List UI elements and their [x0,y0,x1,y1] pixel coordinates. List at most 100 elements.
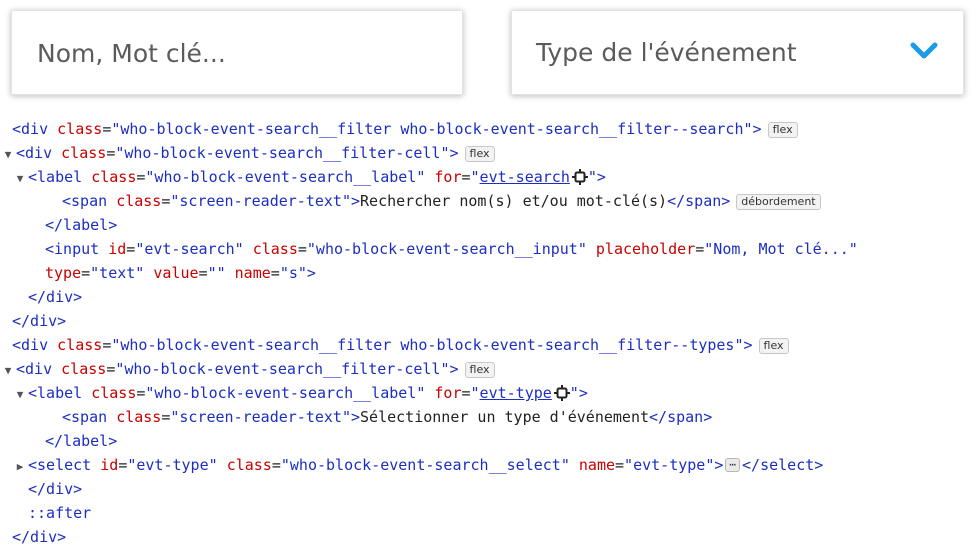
collapse-arrow-icon[interactable]: ▼ [12,167,28,191]
dom-node-line[interactable]: </div> [0,477,977,501]
html-tag-token: <div [12,336,58,354]
attribute-value: " [470,168,480,186]
flex-badge[interactable]: flex [464,362,495,378]
html-tag-token: > [752,120,762,138]
attribute-name: placeholder [595,240,696,258]
event-type-select[interactable]: Type de l'événement [511,10,964,95]
attribute-name: name [578,456,616,474]
attribute-value: "who-block-event-search__select" [280,456,579,474]
event-type-label: Type de l'événement [536,38,797,67]
attribute-value: "who-block-event-search__input" [306,240,596,258]
text-token: = [615,456,625,474]
collapse-arrow-icon[interactable]: ▼ [12,383,28,407]
html-tag-token: <div [12,120,58,138]
text-token: = [461,384,471,402]
html-tag-token: <div [16,144,62,162]
overflow-badge[interactable]: débordement [736,194,821,210]
html-tag-token: </label> [45,432,118,450]
attribute-value: "Nom, Mot clé..." [704,240,858,258]
expand-arrow-icon[interactable]: ▶ [12,455,28,479]
html-tag-token: <input [45,240,109,258]
flex-badge[interactable]: flex [767,122,798,138]
attribute-name: class [57,336,103,354]
dom-node-line[interactable]: </div> [0,285,977,309]
dom-node-line[interactable]: </div> [0,309,977,333]
attribute-value: "who-block-event-search__label" [145,384,435,402]
text-token: = [102,120,112,138]
attribute-value: " [587,168,597,186]
attribute-name: name [234,264,271,282]
node-locator-icon[interactable] [553,385,570,401]
dom-inspector-tree: <div class="who-block-event-search__filt… [0,117,977,549]
dom-node-line[interactable]: ▼ <div class="who-block-event-search__fil… [0,141,977,165]
text-token: = [695,240,705,258]
attribute-name: value [153,264,199,282]
html-tag-token: > [714,456,724,474]
dom-node-line[interactable]: type="text" value="" name="s"> [0,261,977,285]
id-reference-link[interactable]: evt-search [480,168,570,186]
dom-node-line[interactable]: <div class="who-block-event-search__filt… [0,333,977,357]
dom-node-line[interactable]: ▼ <label class = "who-block-event-search__l… [0,381,977,405]
attribute-value: "who-block-event-search__label" [145,168,435,186]
html-tag-token: > [351,408,361,426]
dom-node-line[interactable]: <span class="screen-reader-text">Recherc… [0,189,977,213]
html-tag-token: > [596,168,606,186]
html-tag-token: </span> [667,192,731,210]
attribute-name: class [57,120,103,138]
html-tag-token: </div> [12,528,67,546]
attribute-value: "who-block-event-search__filter-cell" [115,360,450,378]
collapse-arrow-icon[interactable]: ▼ [0,359,16,383]
dom-node-line[interactable]: <div class="who-block-event-search__filt… [0,117,977,141]
dom-node-line[interactable]: </label> [0,429,977,453]
html-tag-token: </span> [649,408,713,426]
html-tag-token: > [743,336,753,354]
attribute-name: class [61,144,107,162]
attribute-value: "evt-type" [624,456,715,474]
dom-node-line[interactable]: ::after [0,501,977,525]
id-reference-link[interactable]: evt-type [480,384,552,402]
flex-badge[interactable]: flex [758,338,789,354]
dom-node-line[interactable]: </label> [0,213,977,237]
flex-badge[interactable]: flex [464,146,495,162]
text-token: = [106,144,116,162]
html-tag-token: </div> [12,312,67,330]
dom-node-line[interactable]: ▼ <div class="who-block-event-search__fil… [0,357,977,381]
html-tag-token: <label [28,168,92,186]
html-tag-token: </select> [742,456,824,474]
attribute-name: class [226,456,272,474]
html-tag-token: > [449,144,459,162]
node-locator-icon[interactable] [571,169,588,185]
attribute-name: id [108,240,127,258]
text-token: = [81,264,91,282]
attribute-value: " [470,384,480,402]
dom-node-line[interactable]: <span class="screen-reader-text">Sélecti… [0,405,977,429]
text-token: = [102,336,112,354]
html-tag-token: > [449,360,459,378]
html-tag-token: > [306,264,316,282]
search-input[interactable] [35,38,439,69]
html-tag-token: <label [28,384,92,402]
text-token: = [126,240,136,258]
html-tag-token: > [351,192,361,210]
dom-node-line[interactable]: ▼ <label class = "who-block-event-search__l… [0,165,977,189]
collapsed-children-button[interactable]: ⋯ [725,458,741,472]
attribute-value: "text" [90,264,154,282]
attribute-value: "who-block-event-search__filter who-bloc… [111,120,753,138]
attribute-name: class [252,240,298,258]
text-token: Rechercher nom(s) et/ou mot-clé(s) [360,192,668,210]
html-tag-token: <span [62,408,117,426]
attribute-value: "screen-reader-text" [170,408,351,426]
chevron-down-icon [910,42,938,59]
dom-node-line[interactable]: ▶ <select id="evt-type" class="who-block-… [0,453,977,477]
attribute-value: "s" [279,264,307,282]
attribute-name: class [91,168,137,186]
attribute-name: id [100,456,119,474]
dom-node-line[interactable]: <input id="evt-search" class="who-block-… [0,237,977,261]
collapse-arrow-icon[interactable]: ▼ [0,143,16,167]
attribute-value: "screen-reader-text" [170,192,351,210]
text-token: = [271,456,281,474]
html-tag-token: </div> [28,480,83,498]
text-token: Sélectionner un type d'événement [360,408,650,426]
dom-node-line[interactable]: </div> [0,525,977,549]
html-tag-token: </label> [45,216,118,234]
